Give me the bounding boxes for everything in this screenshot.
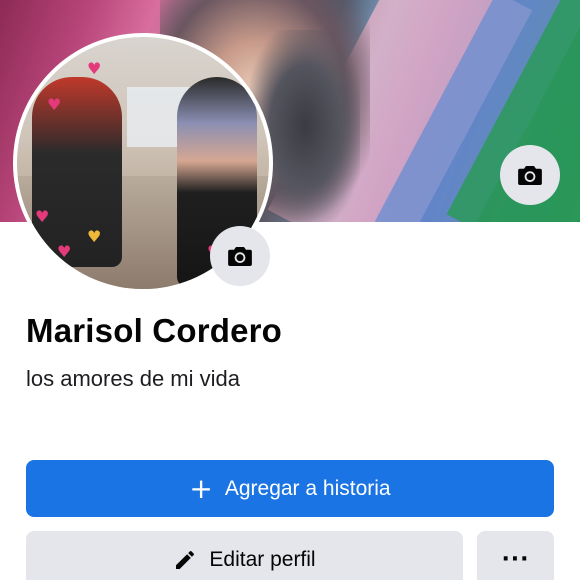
heart-sticker-icon: ♥ <box>87 227 102 246</box>
edit-profile-label: Editar perfil <box>209 547 316 571</box>
plus-icon: + <box>189 471 213 505</box>
edit-cover-photo-button[interactable] <box>500 145 560 205</box>
edit-profile-button[interactable]: Editar perfil <box>26 531 463 580</box>
profile-name: Marisol Cordero <box>26 312 283 349</box>
heart-sticker-icon: ♥ <box>47 95 62 114</box>
profile-bio: los amores de mi vida <box>26 366 240 391</box>
more-options-button[interactable]: ··· <box>477 531 554 580</box>
edit-profile-picture-button[interactable] <box>210 226 270 286</box>
heart-sticker-icon: ♥ <box>35 207 50 226</box>
heart-sticker-icon: ♥ <box>87 59 102 78</box>
camera-icon <box>228 247 252 266</box>
heart-sticker-icon: ♥ <box>57 242 72 261</box>
pencil-icon <box>176 550 195 569</box>
more-icon: ··· <box>501 547 530 572</box>
photo-person-left <box>32 77 122 267</box>
camera-icon <box>518 166 542 185</box>
add-to-story-label: Agregar a historia <box>224 476 391 500</box>
add-to-story-button[interactable]: + Agregar a historia <box>26 460 554 517</box>
